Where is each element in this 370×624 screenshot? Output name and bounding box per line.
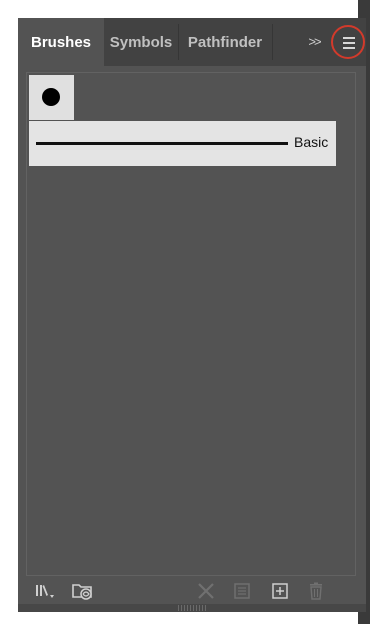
remove-brush-stroke-icon bbox=[198, 583, 214, 599]
tab-symbols[interactable]: Symbols bbox=[105, 18, 177, 66]
delete-brush-button[interactable] bbox=[304, 580, 328, 602]
basic-brush-label: Basic bbox=[294, 134, 329, 150]
resize-grip-icon[interactable] bbox=[178, 605, 206, 611]
libraries-panel-button[interactable] bbox=[70, 580, 100, 602]
basic-stroke-preview bbox=[36, 142, 288, 145]
panel-tab-bar: Brushes Symbols Pathfinder >> bbox=[18, 18, 366, 66]
calligraphic-brush-swatch[interactable] bbox=[29, 75, 74, 120]
tab-divider bbox=[272, 24, 273, 60]
round-brush-dot-icon bbox=[42, 88, 60, 106]
trash-icon bbox=[310, 582, 322, 600]
tab-brushes[interactable]: Brushes bbox=[18, 18, 104, 66]
new-brush-icon bbox=[272, 583, 288, 599]
brush-options-icon bbox=[234, 583, 250, 599]
remove-brush-stroke-button[interactable] bbox=[194, 580, 218, 602]
panel-footer-toolbar bbox=[18, 580, 366, 602]
brush-libraries-menu-button[interactable] bbox=[34, 580, 58, 602]
tab-pathfinder[interactable]: Pathfinder bbox=[179, 18, 271, 66]
new-brush-button[interactable] bbox=[268, 580, 292, 602]
libraries-panel-icon bbox=[72, 584, 92, 600]
panel-resize-bar bbox=[18, 604, 366, 612]
brush-list: Basic bbox=[26, 72, 356, 576]
tab-overflow-button[interactable]: >> bbox=[306, 32, 322, 52]
brush-libraries-menu-icon bbox=[36, 585, 54, 598]
basic-brush-item[interactable]: Basic bbox=[29, 121, 336, 166]
brushes-panel: Brushes Symbols Pathfinder >> Basic bbox=[18, 18, 366, 612]
brush-options-button[interactable] bbox=[230, 580, 254, 602]
panel-menu-button[interactable] bbox=[331, 25, 365, 59]
